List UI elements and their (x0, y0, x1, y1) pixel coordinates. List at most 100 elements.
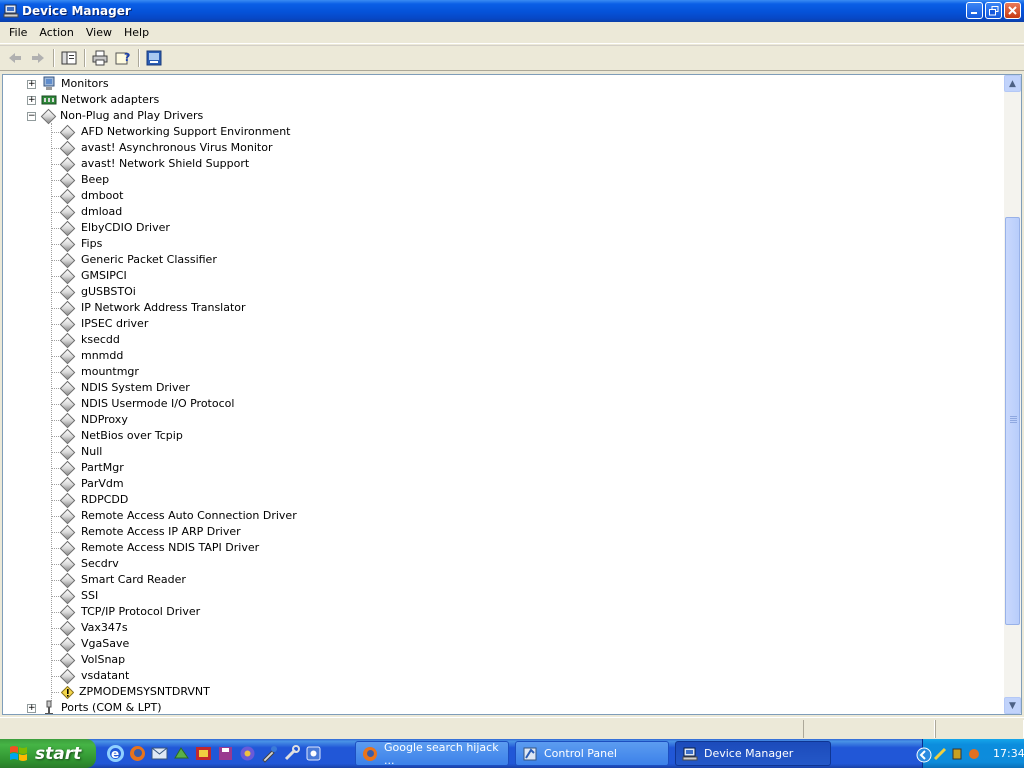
globe-icon[interactable] (238, 744, 257, 763)
menu-view[interactable]: View (80, 23, 118, 43)
tree-item-ports[interactable]: Ports (COM & LPT) (41, 700, 162, 714)
tree-item-driver[interactable]: vsdatant (59, 668, 129, 684)
tree-item-label: Secdrv (81, 557, 119, 570)
task-device-manager[interactable]: Device Manager (675, 741, 831, 766)
security-icon[interactable] (950, 747, 964, 761)
mail-icon[interactable] (150, 744, 169, 763)
internet-explorer-icon[interactable]: e (106, 744, 125, 763)
firefox-icon[interactable] (128, 744, 147, 763)
tree-item-driver[interactable]: gUSBSTOi (59, 284, 136, 300)
tree-item-driver[interactable]: SSI (59, 588, 98, 604)
expand-monitors-icon[interactable]: + (27, 80, 36, 89)
collapse-non-pnp-icon[interactable]: − (27, 112, 36, 121)
scroll-down-icon[interactable]: ▼ (1004, 697, 1021, 714)
menu-action[interactable]: Action (33, 23, 79, 43)
tree-item-driver[interactable]: Remote Access Auto Connection Driver (59, 508, 297, 524)
save-icon[interactable] (216, 744, 235, 763)
tree-item-driver[interactable]: avast! Network Shield Support (59, 156, 249, 172)
tree-item-driver[interactable]: IPSEC driver (59, 316, 148, 332)
tree-item-driver[interactable]: Fips (59, 236, 102, 252)
tree-item-label: gUSBSTOi (81, 285, 136, 298)
task-control-panel[interactable]: Control Panel (515, 741, 669, 766)
tree-item-label: Remote Access IP ARP Driver (81, 525, 241, 538)
tree-item-driver[interactable]: NDProxy (59, 412, 128, 428)
print-button[interactable] (89, 47, 111, 69)
scroll-thumb[interactable] (1005, 217, 1020, 625)
tree-item-driver[interactable]: IP Network Address Translator (59, 300, 246, 316)
tree-item-driver[interactable]: Smart Card Reader (59, 572, 186, 588)
tree-item-driver[interactable]: Null (59, 444, 102, 460)
expand-network-adapters-icon[interactable]: + (27, 96, 36, 105)
restore-icon[interactable] (985, 2, 1002, 19)
tree-item-label: Monitors (61, 77, 109, 90)
tree-item-driver[interactable]: NDIS Usermode I/O Protocol (59, 396, 234, 412)
tree-item-network-adapters[interactable]: Network adapters (41, 92, 159, 108)
minimize-icon[interactable] (966, 2, 983, 19)
tree-item-label: NDIS Usermode I/O Protocol (81, 397, 235, 410)
device-tree: + Monitors + Network adapters − Non-Plug… (3, 75, 1005, 714)
tree-item-non-pnp-drivers[interactable]: Non-Plug and Play Drivers (40, 108, 203, 124)
tree-item-driver-warning[interactable]: ZPMODEMSYSNTDRVNT (59, 684, 210, 700)
wrench-icon[interactable] (282, 744, 301, 763)
menu-file[interactable]: File (3, 23, 33, 43)
tree-item-monitors[interactable]: Monitors (41, 76, 109, 92)
scroll-up-icon[interactable]: ▲ (1004, 75, 1021, 92)
task-google-search-hijack[interactable]: Google search hijack ... (355, 741, 509, 766)
tree-item-driver[interactable]: VgaSave (59, 636, 129, 652)
tree-connector-line (51, 276, 59, 277)
status-bar (0, 717, 1024, 739)
tree-item-driver[interactable]: mnmdd (59, 348, 123, 364)
network-icon[interactable] (172, 744, 191, 763)
tree-item-driver[interactable]: PartMgr (59, 460, 124, 476)
network-connection-icon[interactable] (933, 747, 947, 761)
tree-connector-line (51, 372, 59, 373)
tree-item-driver[interactable]: Beep (59, 172, 109, 188)
properties-button[interactable] (143, 47, 165, 69)
tree-connector-line (51, 228, 59, 229)
tree-item-driver[interactable]: TCP/IP Protocol Driver (59, 604, 200, 620)
tree-item-label: RDPCDD (81, 493, 129, 506)
settings-icon[interactable] (304, 744, 323, 763)
media-icon[interactable] (194, 744, 213, 763)
help-button[interactable]: ? (112, 47, 134, 69)
tree-item-driver[interactable]: NDIS System Driver (59, 380, 190, 396)
tree-item-driver[interactable]: ksecdd (59, 332, 120, 348)
forward-button[interactable] (27, 47, 49, 69)
clock[interactable]: 17:34 (993, 747, 1024, 760)
tree-item-driver[interactable]: avast! Asynchronous Virus Monitor (59, 140, 273, 156)
tree-item-driver[interactable]: dmboot (59, 188, 123, 204)
title-bar[interactable]: Device Manager (0, 0, 1024, 22)
tree-item-driver[interactable]: GMSIPCI (59, 268, 127, 284)
tree-item-driver[interactable]: AFD Networking Support Environment (59, 124, 290, 140)
show-hidden-icons-icon[interactable] (916, 747, 932, 762)
show-hide-tree-button[interactable] (58, 47, 80, 69)
menu-help[interactable]: Help (118, 23, 155, 43)
tree-item-driver[interactable]: Vax347s (59, 620, 128, 636)
tree-item-driver[interactable]: ParVdm (59, 476, 124, 492)
expand-ports-icon[interactable]: + (27, 704, 36, 713)
driver-icon (59, 380, 76, 396)
tree-item-driver[interactable]: RDPCDD (59, 492, 128, 508)
antivirus-icon[interactable] (967, 747, 981, 761)
back-button[interactable] (4, 47, 26, 69)
status-panel (803, 720, 935, 738)
driver-icon (59, 124, 76, 140)
tree-item-driver[interactable]: NetBios over Tcpip (59, 428, 183, 444)
tree-connector-line (51, 532, 59, 533)
tree-item-driver[interactable]: Secdrv (59, 556, 119, 572)
tree-item-driver[interactable]: VolSnap (59, 652, 125, 668)
forward-icon (32, 53, 44, 63)
tree-item-label: Fips (81, 237, 103, 250)
tree-item-driver[interactable]: Remote Access NDIS TAPI Driver (59, 540, 259, 556)
tree-item-driver[interactable]: mountmgr (59, 364, 139, 380)
tree-item-driver[interactable]: ElbyCDIO Driver (59, 220, 170, 236)
device-tree-pane: + Monitors + Network adapters − Non-Plug… (2, 74, 1022, 715)
tree-item-driver[interactable]: Remote Access IP ARP Driver (59, 524, 241, 540)
tools-icon[interactable] (260, 744, 279, 763)
tree-item-driver[interactable]: dmload (59, 204, 122, 220)
task-label: Device Manager (704, 747, 794, 760)
vertical-scrollbar[interactable]: ▲ ▼ (1004, 75, 1021, 714)
start-button[interactable]: start (0, 739, 96, 768)
tree-item-driver[interactable]: Generic Packet Classifier (59, 252, 217, 268)
close-icon[interactable] (1004, 2, 1021, 19)
